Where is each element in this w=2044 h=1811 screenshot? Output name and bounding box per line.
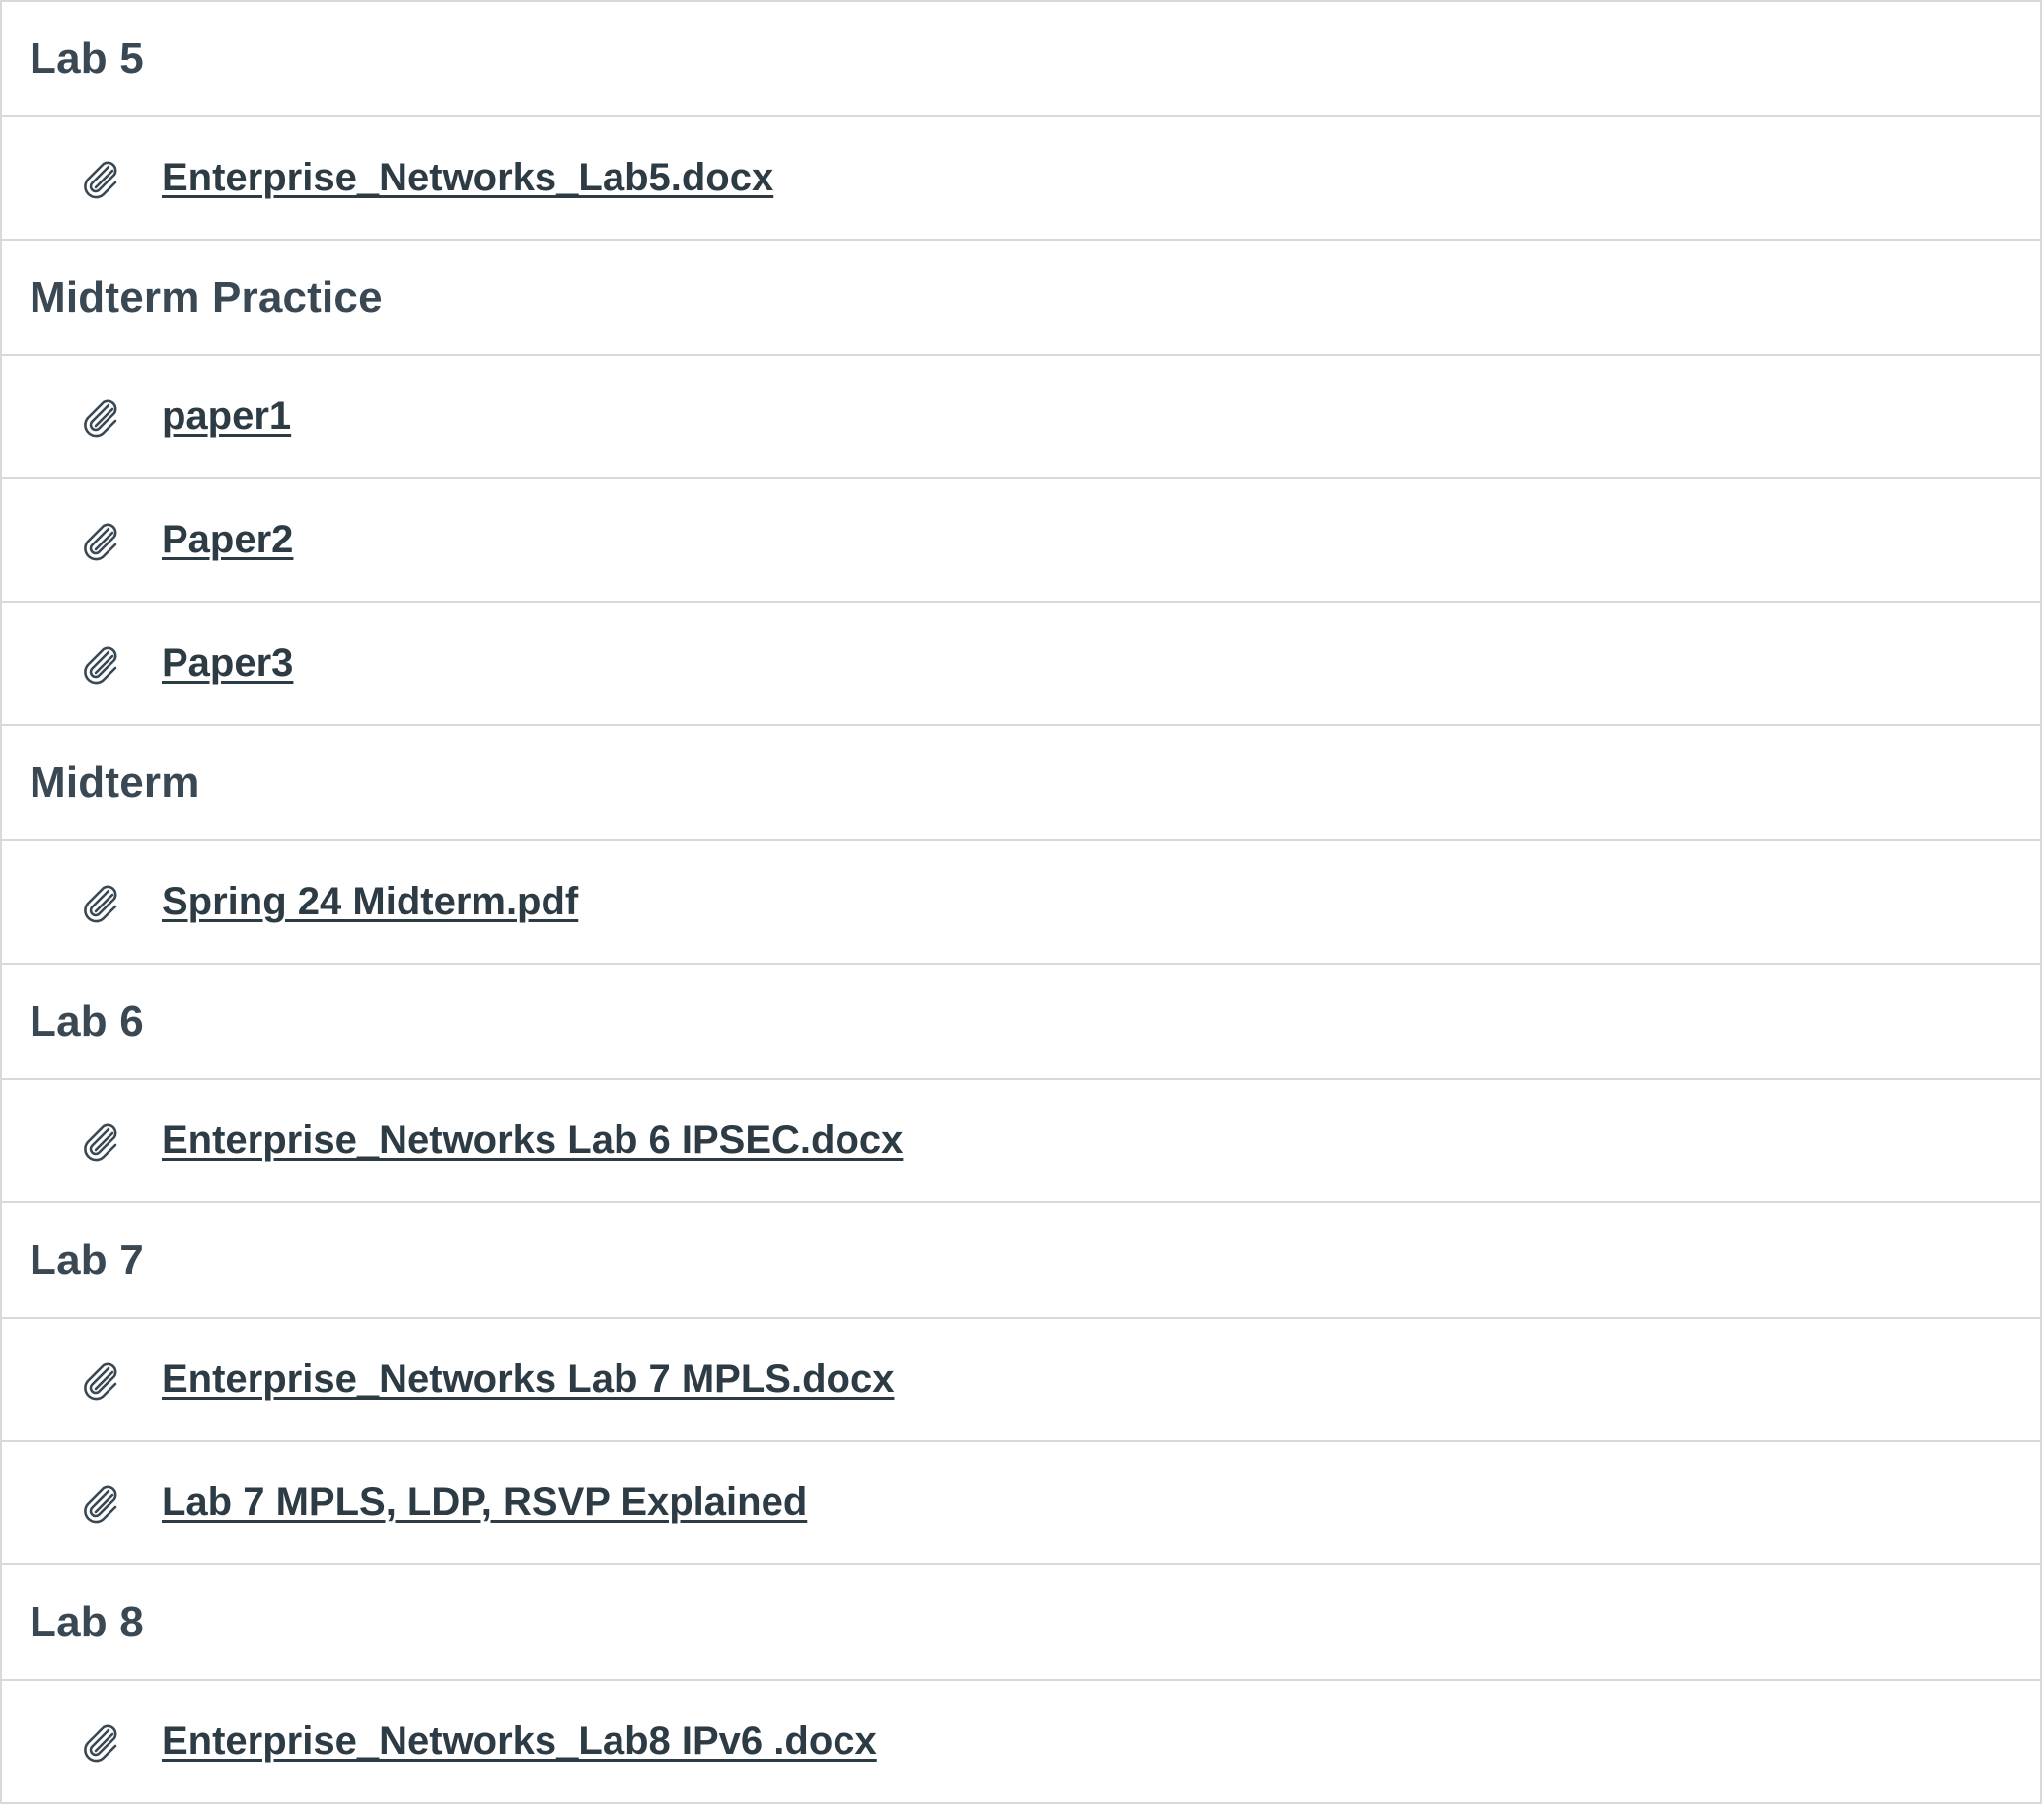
paperclip-icon: [79, 519, 122, 562]
module-item[interactable]: Enterprise_Networks_Lab5.docx: [2, 117, 2040, 241]
module-item[interactable]: paper1: [2, 356, 2040, 479]
module-item-link[interactable]: Paper2: [162, 518, 293, 562]
module-item-link[interactable]: Enterprise_Networks_Lab5.docx: [162, 156, 773, 200]
module-item[interactable]: Enterprise_Networks Lab 6 IPSEC.docx: [2, 1080, 2040, 1203]
paperclip-icon: [79, 1482, 122, 1525]
module-list: Lab 5 Enterprise_Networks_Lab5.docx Midt…: [0, 0, 2042, 1804]
module-item-link[interactable]: Enterprise_Networks Lab 7 MPLS.docx: [162, 1357, 894, 1402]
module-item-link[interactable]: Spring 24 Midterm.pdf: [162, 880, 578, 924]
paperclip-icon: [79, 157, 122, 200]
module-title: Lab 6: [30, 996, 144, 1046]
module-item[interactable]: Paper2: [2, 479, 2040, 603]
module-title: Lab 7: [30, 1235, 144, 1284]
module-title: Lab 8: [30, 1597, 144, 1646]
paperclip-icon: [79, 1358, 122, 1402]
module-item-link[interactable]: Lab 7 MPLS, LDP, RSVP Explained: [162, 1481, 807, 1525]
module-header[interactable]: Lab 6: [2, 965, 2040, 1080]
module-item[interactable]: Enterprise_Networks_Lab8 IPv6 .docx: [2, 1681, 2040, 1804]
paperclip-icon: [79, 642, 122, 686]
paperclip-icon: [79, 396, 122, 439]
module-item[interactable]: Lab 7 MPLS, LDP, RSVP Explained: [2, 1442, 2040, 1565]
module-header[interactable]: Lab 7: [2, 1203, 2040, 1319]
module-title: Midterm Practice: [30, 272, 383, 322]
paperclip-icon: [79, 881, 122, 924]
module-header[interactable]: Midterm: [2, 726, 2040, 841]
module-header[interactable]: Lab 5: [2, 2, 2040, 117]
paperclip-icon: [79, 1720, 122, 1764]
module-item-link[interactable]: Paper3: [162, 641, 293, 686]
paperclip-icon: [79, 1120, 122, 1163]
module-item[interactable]: Paper3: [2, 603, 2040, 726]
module-title: Midterm: [30, 758, 200, 807]
module-title: Lab 5: [30, 34, 144, 83]
module-item-link[interactable]: Enterprise_Networks_Lab8 IPv6 .docx: [162, 1719, 877, 1764]
module-header[interactable]: Midterm Practice: [2, 241, 2040, 356]
module-item-link[interactable]: Enterprise_Networks Lab 6 IPSEC.docx: [162, 1119, 903, 1163]
module-item[interactable]: Enterprise_Networks Lab 7 MPLS.docx: [2, 1319, 2040, 1442]
module-header[interactable]: Lab 8: [2, 1565, 2040, 1681]
module-item-link[interactable]: paper1: [162, 395, 291, 439]
module-item[interactable]: Spring 24 Midterm.pdf: [2, 841, 2040, 965]
